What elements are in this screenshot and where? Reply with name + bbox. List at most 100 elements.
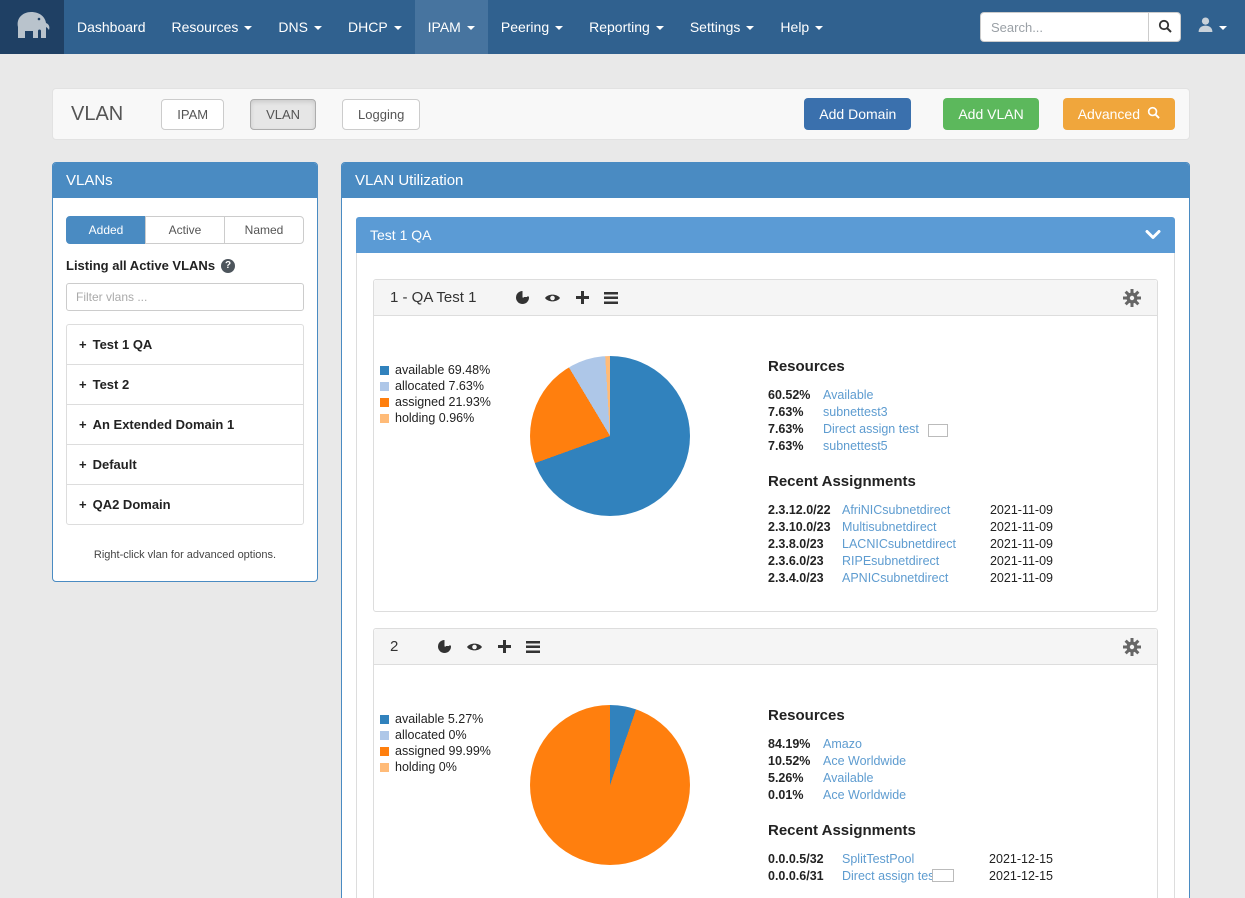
assignment-date: 2021-11-09 <box>980 519 1053 536</box>
vlan-filter-tabs: Added Active Named <box>66 216 304 244</box>
utilization-panel-title: VLAN Utilization <box>342 163 1189 198</box>
page-toolbar: VLAN IPAM VLAN Logging Add Domain Add VL… <box>52 88 1190 140</box>
vlan-list-item[interactable]: +QA2 Domain <box>67 484 303 524</box>
assignment-link[interactable]: AfriNICsubnetdirect <box>842 502 950 519</box>
utilization-pie-chart[interactable] <box>530 356 690 516</box>
resources-heading: Resources <box>768 358 1053 375</box>
expand-icon: + <box>79 377 87 392</box>
legend-label: holding 0% <box>395 759 457 775</box>
add-vlan-label: Add VLAN <box>958 106 1023 122</box>
caret-down-icon <box>555 26 563 30</box>
search-button[interactable] <box>1148 12 1181 42</box>
assignment-cidr: 0.0.0.5/32 <box>768 851 842 868</box>
legend-label: holding 0.96% <box>395 410 474 426</box>
resource-row: 84.19% Amazo <box>768 736 1053 753</box>
assignment-row: 0.0.0.5/32 SplitTestPool 2021-12-15 <box>768 851 1053 868</box>
card-title: 2 <box>390 638 398 655</box>
caret-down-icon <box>1219 26 1227 30</box>
resource-row: 7.63% subnettest5 <box>768 438 1053 455</box>
add-domain-button[interactable]: Add Domain <box>804 98 911 130</box>
user-icon <box>1197 16 1214 38</box>
menu-bars-icon[interactable] <box>604 292 618 304</box>
vlan-filter-input[interactable] <box>66 283 304 311</box>
resource-link[interactable]: subnettest5 <box>823 438 888 455</box>
chevron-down-icon[interactable] <box>1145 230 1161 240</box>
vlan-list-item[interactable]: +An Extended Domain 1 <box>67 404 303 444</box>
nav-item-help[interactable]: Help <box>767 0 836 54</box>
resource-link[interactable]: subnettest3 <box>823 404 888 421</box>
assignment-link[interactable]: Multisubnetdirect <box>842 519 937 536</box>
nav-item-peering[interactable]: Peering <box>488 0 576 54</box>
nav-item-resources[interactable]: Resources <box>159 0 266 54</box>
nav-item-ipam[interactable]: IPAM <box>415 0 488 54</box>
card-body: available 69.48% allocated 7.63% assigne… <box>374 316 1157 611</box>
advanced-search-button[interactable]: Advanced <box>1063 98 1175 130</box>
eye-icon[interactable] <box>544 292 561 304</box>
nav-item-dhcp[interactable]: DHCP <box>335 0 415 54</box>
utilization-pie-chart[interactable] <box>530 705 690 865</box>
search-icon <box>1147 106 1160 122</box>
assignment-link[interactable]: Direct assign test <box>842 868 938 885</box>
tab-vlan[interactable]: VLAN <box>250 99 316 130</box>
plus-icon[interactable] <box>576 291 589 304</box>
resources-heading: Resources <box>768 707 1053 724</box>
vlan-list-item[interactable]: +Test 2 <box>67 364 303 404</box>
resource-link[interactable]: Available <box>823 387 874 404</box>
add-domain-label: Add Domain <box>819 106 896 122</box>
caret-down-icon <box>394 26 402 30</box>
assignment-link[interactable]: LACNICsubnetdirect <box>842 536 956 553</box>
tab-active[interactable]: Active <box>145 216 225 244</box>
tab-ipam[interactable]: IPAM <box>161 99 224 130</box>
add-vlan-button[interactable]: Add VLAN <box>943 98 1038 130</box>
assignment-link[interactable]: APNICsubnetdirect <box>842 570 948 587</box>
domain-section-header[interactable]: Test 1 QA <box>356 217 1175 253</box>
nav-item-dns[interactable]: DNS <box>265 0 335 54</box>
assignment-row: 2.3.8.0/23 LACNICsubnetdirect 2021-11-09 <box>768 536 1053 553</box>
help-icon[interactable]: ? <box>221 259 235 273</box>
tab-logging[interactable]: Logging <box>342 99 420 130</box>
search-input[interactable] <box>980 12 1148 42</box>
vlan-list-item[interactable]: +Default <box>67 444 303 484</box>
resource-row: 7.63% Direct assign test <box>768 421 1053 438</box>
nav-label: Peering <box>501 19 549 35</box>
menu-bars-icon[interactable] <box>526 641 540 653</box>
nav-label: Settings <box>690 19 741 35</box>
navbar-right <box>980 0 1245 54</box>
resource-link[interactable]: Ace Worldwide <box>823 753 906 770</box>
eye-icon[interactable] <box>466 641 483 653</box>
tab-named[interactable]: Named <box>224 216 304 244</box>
pie-chart-icon[interactable] <box>438 640 451 653</box>
card-title: 1 - QA Test 1 <box>390 289 476 306</box>
legend-label: assigned 21.93% <box>395 394 491 410</box>
assignment-cidr: 2.3.6.0/23 <box>768 553 842 570</box>
legend-row: allocated 7.63% <box>380 378 530 394</box>
nav-item-reporting[interactable]: Reporting <box>576 0 677 54</box>
nav-label: Reporting <box>589 19 650 35</box>
app-logo[interactable] <box>0 0 64 54</box>
resource-row: 7.63% subnettest3 <box>768 404 1053 421</box>
assignment-link[interactable]: RIPEsubnetdirect <box>842 553 939 570</box>
gear-icon[interactable] <box>1123 638 1141 656</box>
resource-link[interactable]: Ace Worldwide <box>823 787 906 804</box>
nav-item-settings[interactable]: Settings <box>677 0 768 54</box>
tab-added[interactable]: Added <box>66 216 146 244</box>
utilization-legend: available 5.27% allocated 0% assigned 99… <box>380 711 530 885</box>
legend-swatch <box>380 747 389 756</box>
vlan-list-item[interactable]: +Test 1 QA <box>67 325 303 364</box>
global-search <box>980 12 1181 42</box>
caret-down-icon <box>746 26 754 30</box>
caret-down-icon <box>244 26 252 30</box>
resource-link[interactable]: Direct assign test <box>823 421 919 438</box>
card-header: 1 - QA Test 1 <box>374 280 1157 316</box>
vlan-list: +Test 1 QA +Test 2 +An Extended Domain 1… <box>66 324 304 525</box>
assignment-link[interactable]: SplitTestPool <box>842 851 914 868</box>
gear-icon[interactable] <box>1123 289 1141 307</box>
resource-link[interactable]: Amazo <box>823 736 862 753</box>
resource-link[interactable]: Available <box>823 770 874 787</box>
plus-icon[interactable] <box>498 640 511 653</box>
resource-pct: 7.63% <box>768 421 823 438</box>
pie-chart-icon[interactable] <box>516 291 529 304</box>
user-menu[interactable] <box>1195 16 1229 38</box>
nav-item-dashboard[interactable]: Dashboard <box>64 0 159 54</box>
vlan-item-label: Default <box>93 457 137 472</box>
